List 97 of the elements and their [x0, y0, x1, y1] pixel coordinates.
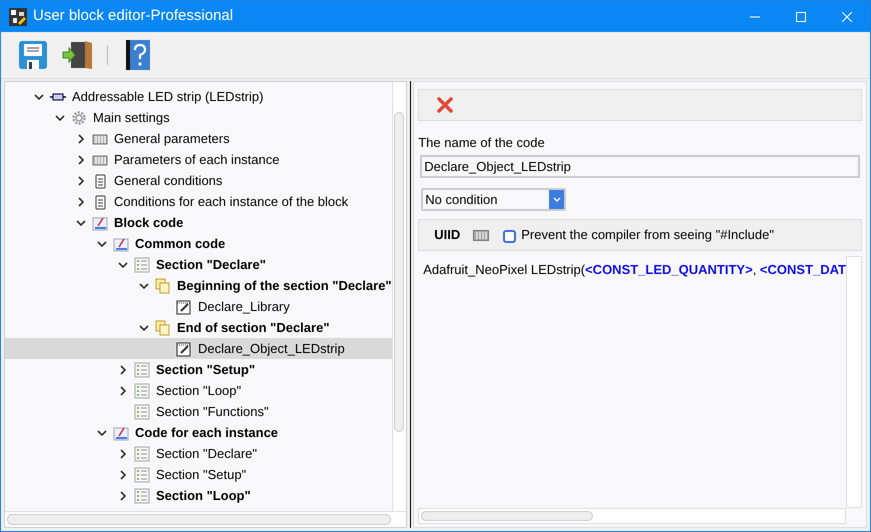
tree-item-label: Section "Loop"	[156, 486, 251, 505]
tree-item-label: General conditions	[114, 172, 222, 190]
tree-item-label: Declare_Library	[198, 298, 290, 316]
scrollbar-thumb[interactable]	[421, 511, 594, 521]
chevron-right-icon[interactable]	[76, 176, 86, 186]
chevron-right-icon[interactable]	[118, 490, 128, 500]
tree-item[interactable]: Parameters of each instance	[5, 149, 392, 170]
chevron-right-icon[interactable]	[76, 196, 86, 206]
uiid-label: UIID	[434, 226, 460, 244]
tree-item-label: Main settings	[93, 108, 170, 127]
checkbox[interactable]	[503, 230, 516, 243]
chevron-right-icon[interactable]	[76, 154, 86, 164]
tree-item[interactable]: Section "Declare"	[5, 254, 392, 275]
chevron-down-icon[interactable]	[139, 322, 149, 332]
chevron-right-icon[interactable]	[76, 134, 86, 144]
maximize-icon	[796, 12, 806, 22]
list-icon	[134, 256, 150, 272]
tree-item[interactable]: Main settings	[5, 107, 392, 128]
tree-item-label: Addressable LED strip (LEDstrip)	[72, 88, 264, 106]
condition-dropdown[interactable]: No condition	[421, 188, 566, 211]
caret-icon	[552, 196, 561, 202]
tree-item[interactable]: General parameters	[5, 128, 392, 149]
chevron-down-icon[interactable]	[34, 92, 44, 102]
tree-item[interactable]: Section "Setup"	[5, 359, 392, 380]
chevron-right-icon[interactable]	[118, 470, 128, 480]
tree-item-label: Section "Setup"	[156, 360, 256, 379]
window-title: User block editor-Professional	[33, 6, 234, 26]
tree-item[interactable]: Conditions for each instance of the block	[5, 191, 392, 212]
documents-icon	[155, 278, 171, 294]
gear-icon	[71, 110, 87, 126]
code-editor-icon	[113, 236, 129, 252]
tree-item[interactable]: Section "Loop"	[5, 380, 392, 401]
scrollbar-thumb[interactable]	[394, 112, 404, 432]
tree-item[interactable]: End of section "Declare"	[5, 317, 392, 338]
code-line: Adafruit_NeoPixel LEDstrip(<CONST_LED_QUANTITY>, <CONST_DAT	[423, 262, 846, 277]
tree-item[interactable]: Section "Setup"	[5, 464, 392, 485]
list-icon	[134, 466, 150, 482]
chevron-down-icon[interactable]	[55, 112, 65, 122]
tree-item-label: General parameters	[114, 130, 230, 148]
chevron-down-icon[interactable]	[76, 218, 86, 228]
code-editor[interactable]: Adafruit_NeoPixel LEDstrip(<CONST_LED_QUANTITY>, <CONST_DAT	[418, 256, 846, 508]
list-icon	[134, 404, 150, 420]
list-icon	[134, 362, 150, 378]
list-icon	[134, 382, 150, 398]
tree-item-label: Common code	[135, 234, 226, 253]
delete-button[interactable]	[436, 96, 454, 114]
tree-item-label: Block code	[114, 214, 184, 232]
tree-item[interactable]: Addressable LED strip (LEDstrip)	[5, 86, 392, 107]
tree-item[interactable]: Section "Functions"	[5, 401, 392, 422]
chevron-down-icon[interactable]	[97, 238, 107, 248]
notepad-icon	[176, 298, 192, 314]
close-icon	[842, 12, 852, 22]
chevron-right-icon[interactable]	[118, 364, 128, 374]
tree-item-label: Code for each instance	[135, 424, 278, 442]
horizontal-scrollbar[interactable]	[5, 511, 406, 527]
tree-item[interactable]: Section "Declare"	[5, 443, 392, 464]
tree-item-label: Section "Declare"	[156, 444, 257, 463]
scrollbar-thumb[interactable]	[7, 514, 391, 525]
chevron-down-icon[interactable]	[97, 428, 107, 438]
notepad-icon	[176, 340, 192, 356]
tree-item[interactable]: Block code	[5, 212, 392, 233]
chevron-down-icon[interactable]	[118, 260, 128, 270]
list-icon	[134, 488, 150, 504]
tree-item[interactable]: Declare_Library	[5, 296, 392, 317]
tree-item-label: Section "Setup"	[156, 466, 246, 484]
code-name-field[interactable]: Declare_Object_LEDstrip	[420, 155, 860, 178]
tree-item[interactable]: Code for each instance	[5, 422, 392, 443]
tree-item[interactable]: Common code	[5, 233, 392, 254]
tree-item-label: Section "Functions"	[156, 402, 269, 421]
tree-item-label: Beginning of the section "Declare"	[177, 276, 392, 295]
tree-item-label: Declare_Object_LEDstrip	[198, 340, 345, 358]
code-editor-icon	[113, 424, 129, 440]
checkbox-label: Prevent the compiler from seeing "#Include"	[521, 226, 774, 244]
app-icon	[9, 8, 27, 26]
documents-icon	[155, 320, 171, 336]
help-book-icon	[125, 39, 151, 71]
sliders-icon	[473, 230, 490, 240]
field-label: The name of the code	[418, 134, 546, 150]
tree-item[interactable]: Declare_Object_LEDstrip	[5, 338, 392, 359]
tree-item-label: Conditions for each instance of the block	[114, 192, 348, 211]
chevron-down-icon[interactable]	[139, 280, 149, 290]
tree-item-label: Parameters of each instance	[114, 150, 280, 169]
code-editor-icon	[92, 214, 108, 230]
delete-icon	[437, 97, 454, 113]
vertical-scrollbar[interactable]	[392, 82, 406, 511]
tree-item[interactable]: Section "Loop"	[5, 485, 392, 506]
tree-item[interactable]: General conditions	[5, 170, 392, 191]
chevron-right-icon[interactable]	[118, 386, 128, 396]
door-exit-icon	[61, 39, 93, 71]
tree-item-label: Section "Loop"	[156, 382, 242, 400]
tree-item-label: End of section "Declare"	[177, 318, 330, 337]
list-icon	[134, 446, 150, 462]
tree-item[interactable]: Beginning of the section "Declare"	[5, 275, 392, 296]
vertical-scrollbar[interactable]	[846, 256, 862, 508]
chevron-right-icon[interactable]	[118, 448, 128, 458]
tree-item-label: Section "Declare"	[156, 256, 266, 274]
horizontal-scrollbar[interactable]	[418, 508, 846, 524]
